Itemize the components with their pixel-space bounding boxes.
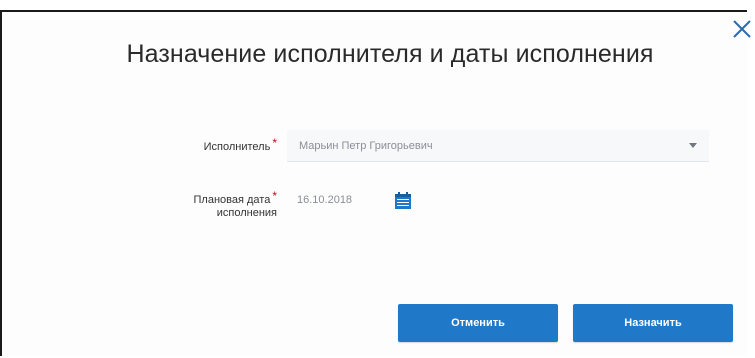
assign-button[interactable]: Назначить — [573, 304, 733, 342]
planned-date-label-line1: Плановая дата — [193, 194, 271, 206]
executor-select[interactable]: Марьин Петр Григорьевич — [287, 130, 709, 162]
required-mark: * — [272, 136, 277, 150]
planned-date-label: Плановая дата * исполнения — [193, 190, 277, 220]
chevron-down-icon — [689, 143, 697, 148]
executor-select-value: Марьин Петр Григорьевич — [299, 140, 433, 152]
planned-date-input[interactable] — [297, 192, 377, 208]
executor-label-text: Исполнитель — [203, 141, 271, 153]
cancel-button[interactable]: Отменить — [398, 304, 558, 342]
required-mark: * — [272, 189, 277, 203]
planned-date-label-line2: исполнения — [216, 207, 277, 219]
calendar-icon[interactable] — [394, 192, 412, 210]
close-icon[interactable] — [731, 18, 753, 40]
executor-label: Исполнитель * — [203, 137, 277, 154]
dialog-title: Назначение исполнителя и даты исполнения — [126, 40, 654, 68]
